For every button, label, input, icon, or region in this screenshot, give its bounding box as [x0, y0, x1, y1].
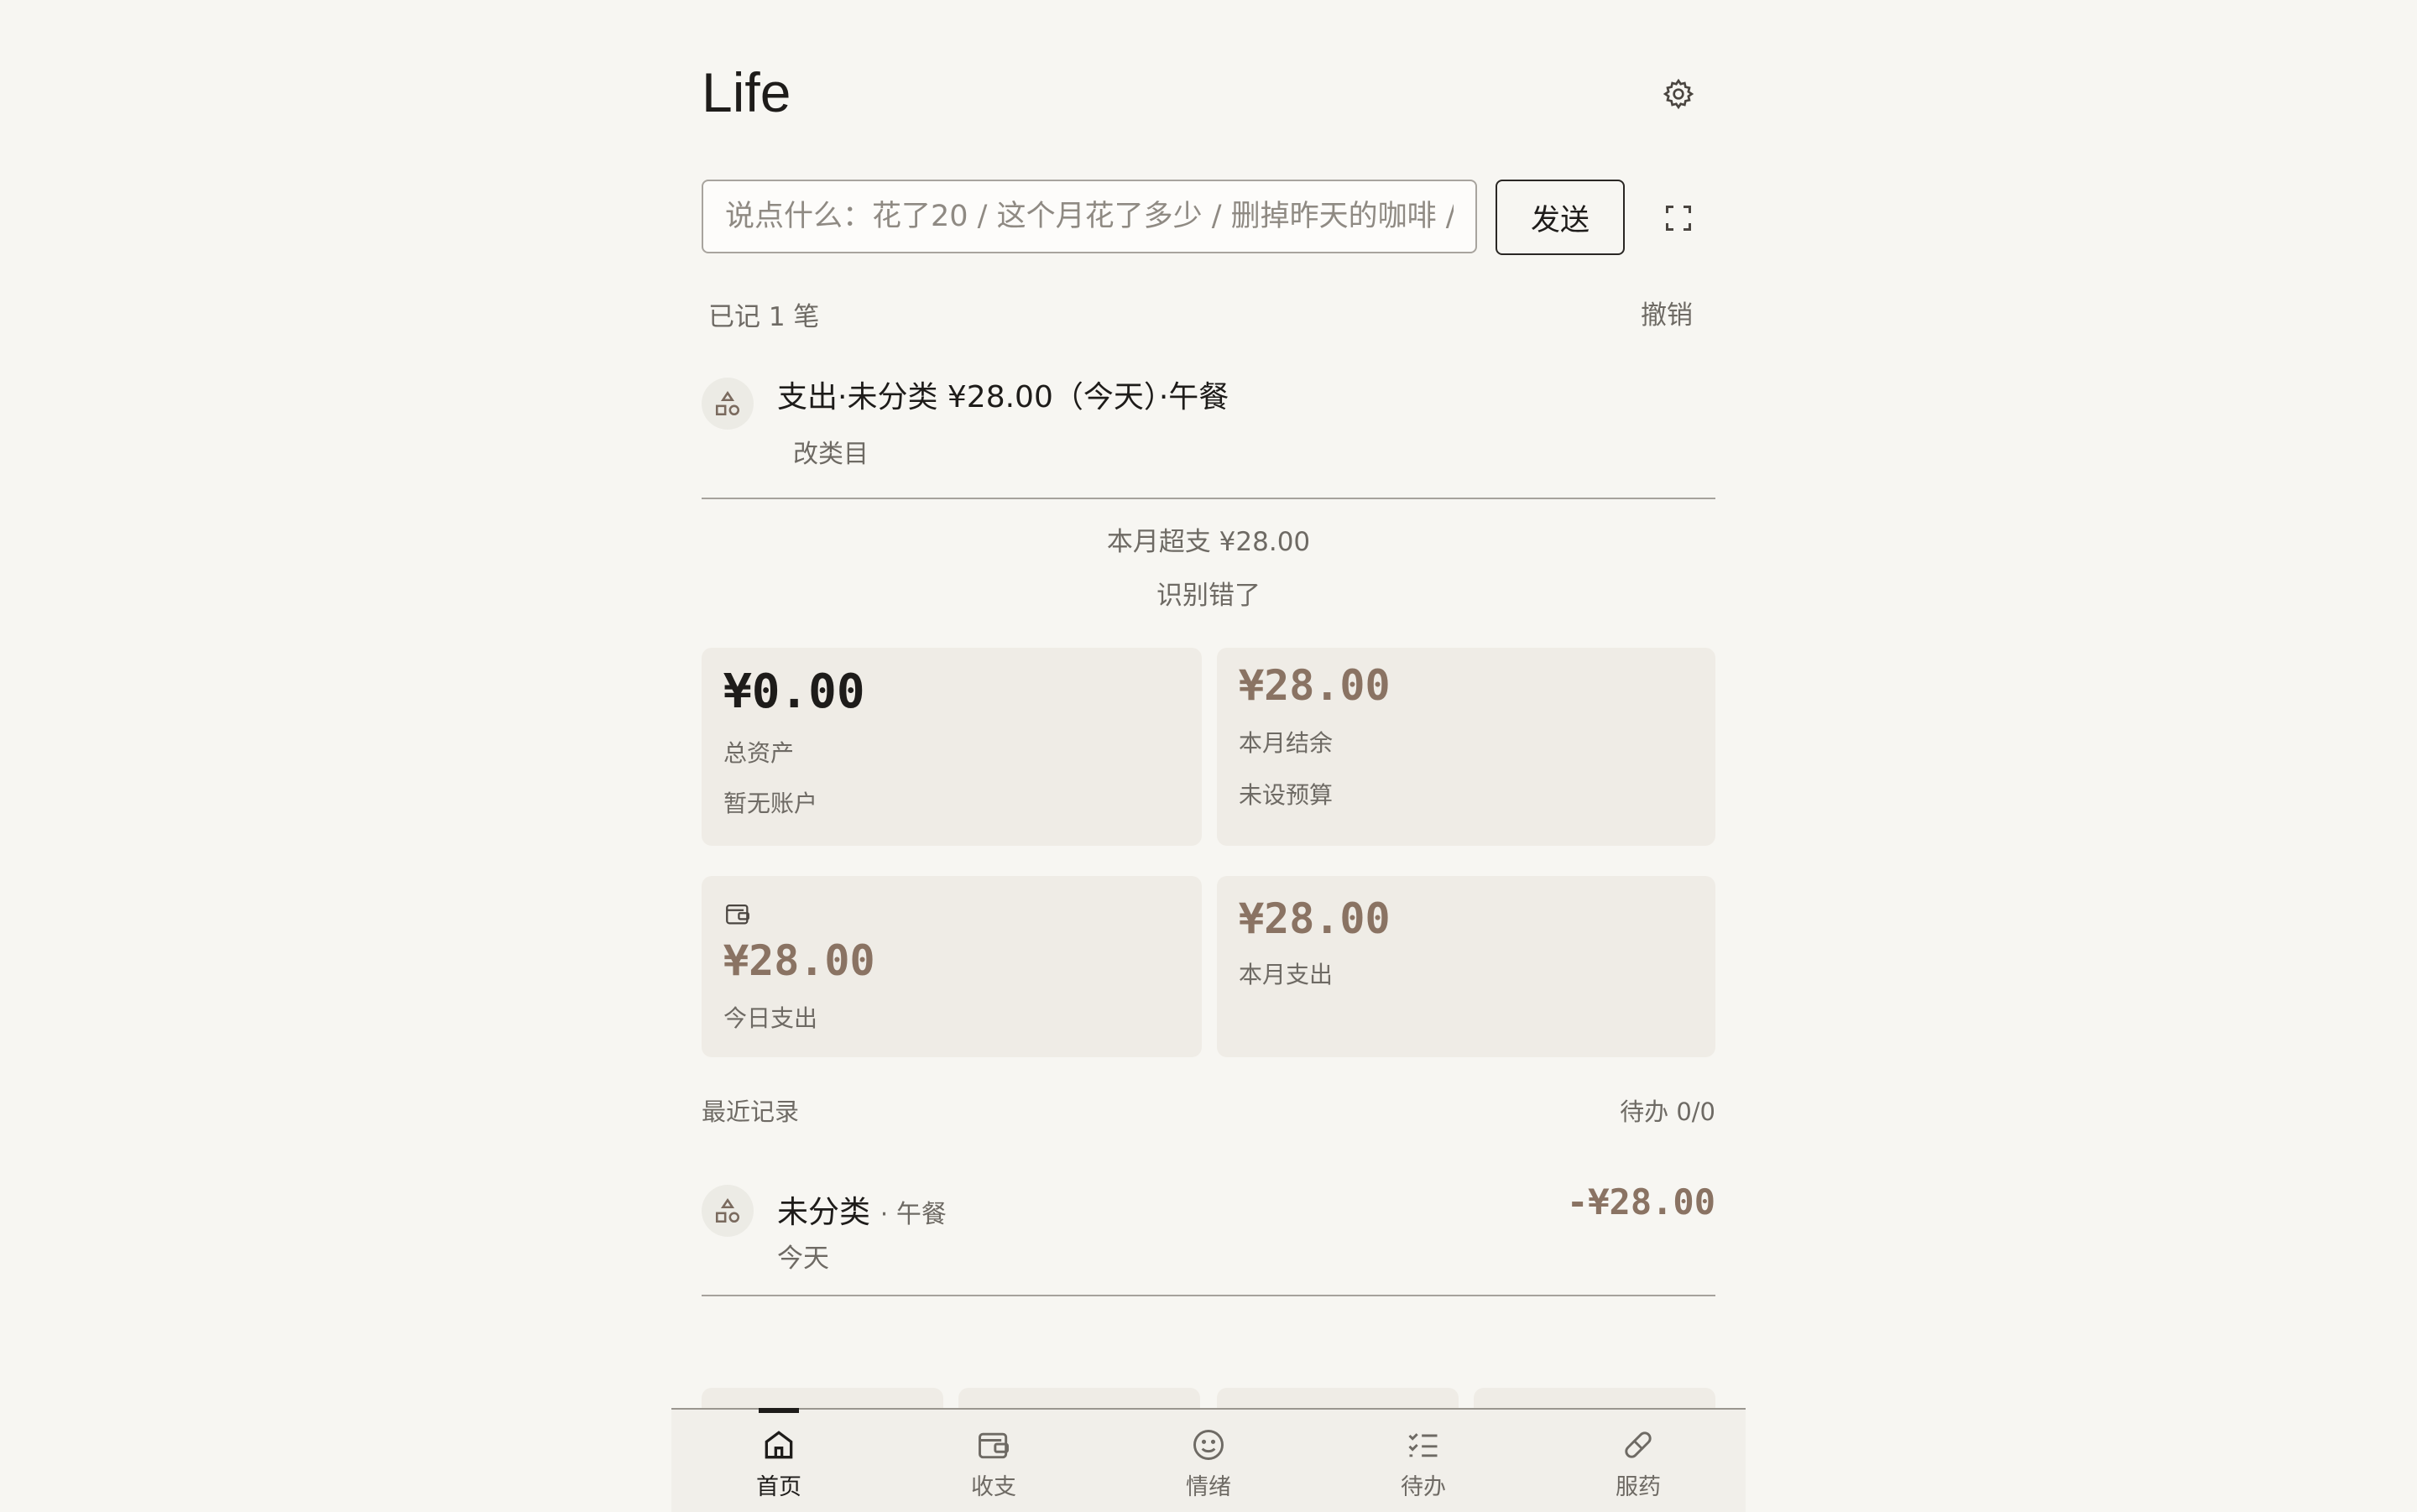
tab-mood-label: 情绪 — [1186, 1474, 1231, 1500]
divider — [702, 1295, 1715, 1296]
tab-mood[interactable]: 情绪 — [1101, 1410, 1316, 1512]
total-assets-value: ¥0.00 — [723, 665, 865, 719]
smiley-icon — [1193, 1430, 1224, 1460]
home-icon — [765, 1431, 793, 1459]
todo-summary[interactable]: 待办 0/0 — [1620, 1092, 1715, 1128]
undo-button[interactable]: 撤销 — [1641, 294, 1693, 331]
wrong-recognition-button[interactable]: 识别错了 — [671, 574, 1746, 612]
app-title: Life — [702, 61, 791, 123]
month-balance-value: ¥28.00 — [1239, 661, 1391, 710]
category-shapes-icon — [702, 378, 754, 430]
settings-gear-icon[interactable] — [1662, 77, 1695, 111]
checklist-icon — [1408, 1433, 1438, 1457]
total-assets-sub: 暂无账户 — [723, 790, 818, 817]
month-spend-card[interactable]: ¥28.00 本月支出 — [1217, 876, 1715, 1057]
pill-icon — [1625, 1431, 1652, 1458]
record-category-name: 未分类 — [777, 1194, 870, 1230]
budget-overspend-note: 本月超支 ¥28.00 — [1106, 527, 1311, 557]
app-root: Life 发送 已记 1 笔 撤销 支出·未分类 ¥28.00（今天）·午餐 改… — [671, 0, 1746, 1512]
month-balance-label: 本月结余 — [1239, 729, 1334, 757]
change-category-button[interactable]: 改类目 — [793, 433, 869, 470]
wallet-icon — [726, 904, 749, 925]
record-amount: -¥28.00 — [1566, 1181, 1715, 1223]
tab-finance[interactable]: 收支 — [886, 1410, 1101, 1512]
chat-input-box[interactable] — [702, 180, 1477, 253]
tab-todo[interactable]: 待办 — [1316, 1410, 1531, 1512]
tab-home-label: 首页 — [756, 1474, 801, 1500]
chat-input[interactable] — [703, 181, 1475, 252]
month-spend-label: 本月支出 — [1239, 961, 1334, 988]
today-spend-value: ¥28.00 — [723, 936, 875, 985]
month-balance-card[interactable]: ¥28.00 本月结余 未设预算 — [1217, 648, 1715, 846]
month-balance-sub: 未设预算 — [1239, 781, 1334, 809]
recent-heading: 最近记录 — [702, 1098, 800, 1126]
total-assets-card[interactable]: ¥0.00 总资产 暂无账户 — [702, 648, 1202, 846]
tab-todo-label: 待办 — [1401, 1474, 1446, 1500]
tab-home[interactable]: 首页 — [671, 1408, 886, 1512]
send-button[interactable]: 发送 — [1496, 180, 1625, 255]
wallet-icon — [979, 1432, 1009, 1459]
tab-medicine[interactable]: 服药 — [1531, 1410, 1746, 1512]
divider — [702, 498, 1715, 499]
category-shapes-icon — [702, 1185, 754, 1237]
bottom-tab-bar: 首页 收支 情绪 待办 服药 — [671, 1408, 1746, 1512]
active-tab-indicator — [759, 1408, 799, 1413]
fullscreen-icon[interactable] — [1663, 203, 1694, 233]
record-date: 今天 — [777, 1243, 829, 1274]
today-spend-label: 今日支出 — [723, 1004, 818, 1032]
total-assets-label: 总资产 — [723, 739, 795, 767]
logged-count: 已记 1 笔 — [708, 302, 820, 332]
parsed-entry-text: 支出·未分类 ¥28.00（今天）·午餐 — [777, 380, 1229, 414]
tab-medicine-label: 服药 — [1616, 1474, 1661, 1500]
today-spend-card[interactable]: ¥28.00 今日支出 — [702, 876, 1202, 1057]
record-category: 未分类 · 午餐 — [777, 1186, 947, 1232]
tab-finance-label: 收支 — [971, 1474, 1016, 1500]
month-spend-value: ¥28.00 — [1239, 894, 1391, 943]
record-separator: · — [880, 1200, 889, 1229]
record-note: 午餐 — [895, 1200, 947, 1229]
